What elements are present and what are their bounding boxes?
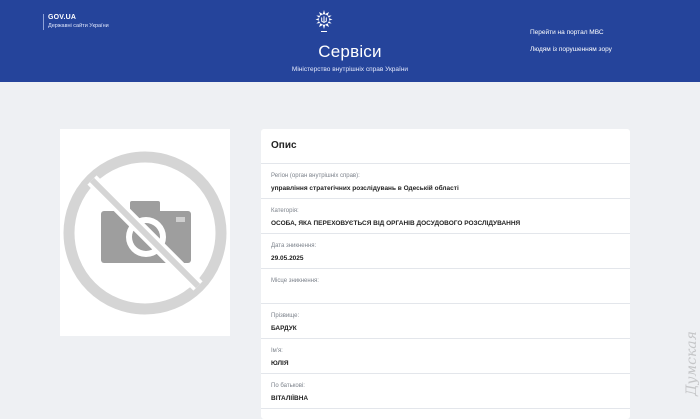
field-value: управління стратегічних розслідувань в О… — [271, 185, 459, 192]
accessibility-link[interactable]: Людям із порушенням зору — [530, 46, 612, 53]
field-value — [271, 285, 630, 290]
field-region: Регіон (орган внутрішніх справ): управлі… — [261, 164, 630, 199]
field-category: Категорія: ОСОБА, ЯКА ПЕРЕХОВУЄТЬСЯ ВІД … — [261, 199, 630, 234]
description-card: Опис Регіон (орган внутрішніх справ): уп… — [261, 129, 630, 419]
field-name: Ім'я: ЮЛІЯ — [261, 339, 630, 374]
person-photo-placeholder — [60, 129, 230, 336]
trident-emblem-icon[interactable] — [312, 10, 336, 36]
no-photo-icon — [63, 151, 227, 315]
field-value: ОСОБА, ЯКА ПЕРЕХОВУЄТЬСЯ ВІД ОРГАНІВ ДОС… — [271, 220, 521, 227]
field-label: Категорія: — [271, 208, 299, 214]
field-label: Місце зникнення: — [271, 278, 319, 284]
gov-ua-link[interactable]: GOV.UA Державні сайти України — [43, 14, 109, 30]
field-label: Регіон (орган внутрішніх справ): — [271, 173, 360, 179]
field-label: Прізвище: — [271, 313, 300, 319]
field-label: Ім'я: — [271, 348, 283, 354]
card-title: Опис — [261, 129, 630, 164]
header-links: Перейти на портал МВС Людям із порушення… — [530, 29, 612, 63]
site-header: GOV.UA Державні сайти України Сервіси Мі… — [0, 0, 700, 82]
ministry-name: Міністерство внутрішніх справ України — [291, 66, 409, 73]
field-value: ЮЛІЯ — [271, 360, 289, 367]
watermark: Думская — [684, 331, 700, 397]
gov-ua-title: GOV.UA — [48, 14, 77, 21]
mvs-portal-link[interactable]: Перейти на портал МВС — [530, 29, 612, 36]
field-value: 29.05.2025 — [271, 255, 304, 262]
field-value: ВІТАЛІЇВНА — [271, 395, 309, 402]
field-place: Місце зникнення: — [261, 269, 630, 304]
field-patronymic: По батькові: ВІТАЛІЇВНА — [261, 374, 630, 409]
field-label: По батькові: — [271, 383, 305, 389]
field-surname: Прізвище: БАРДУК — [261, 304, 630, 339]
field-label: Дата зникнення: — [271, 243, 317, 249]
gov-ua-subtitle: Державні сайти України — [48, 23, 109, 29]
field-date: Дата зникнення: 29.05.2025 — [261, 234, 630, 269]
field-value: БАРДУК — [271, 325, 297, 332]
